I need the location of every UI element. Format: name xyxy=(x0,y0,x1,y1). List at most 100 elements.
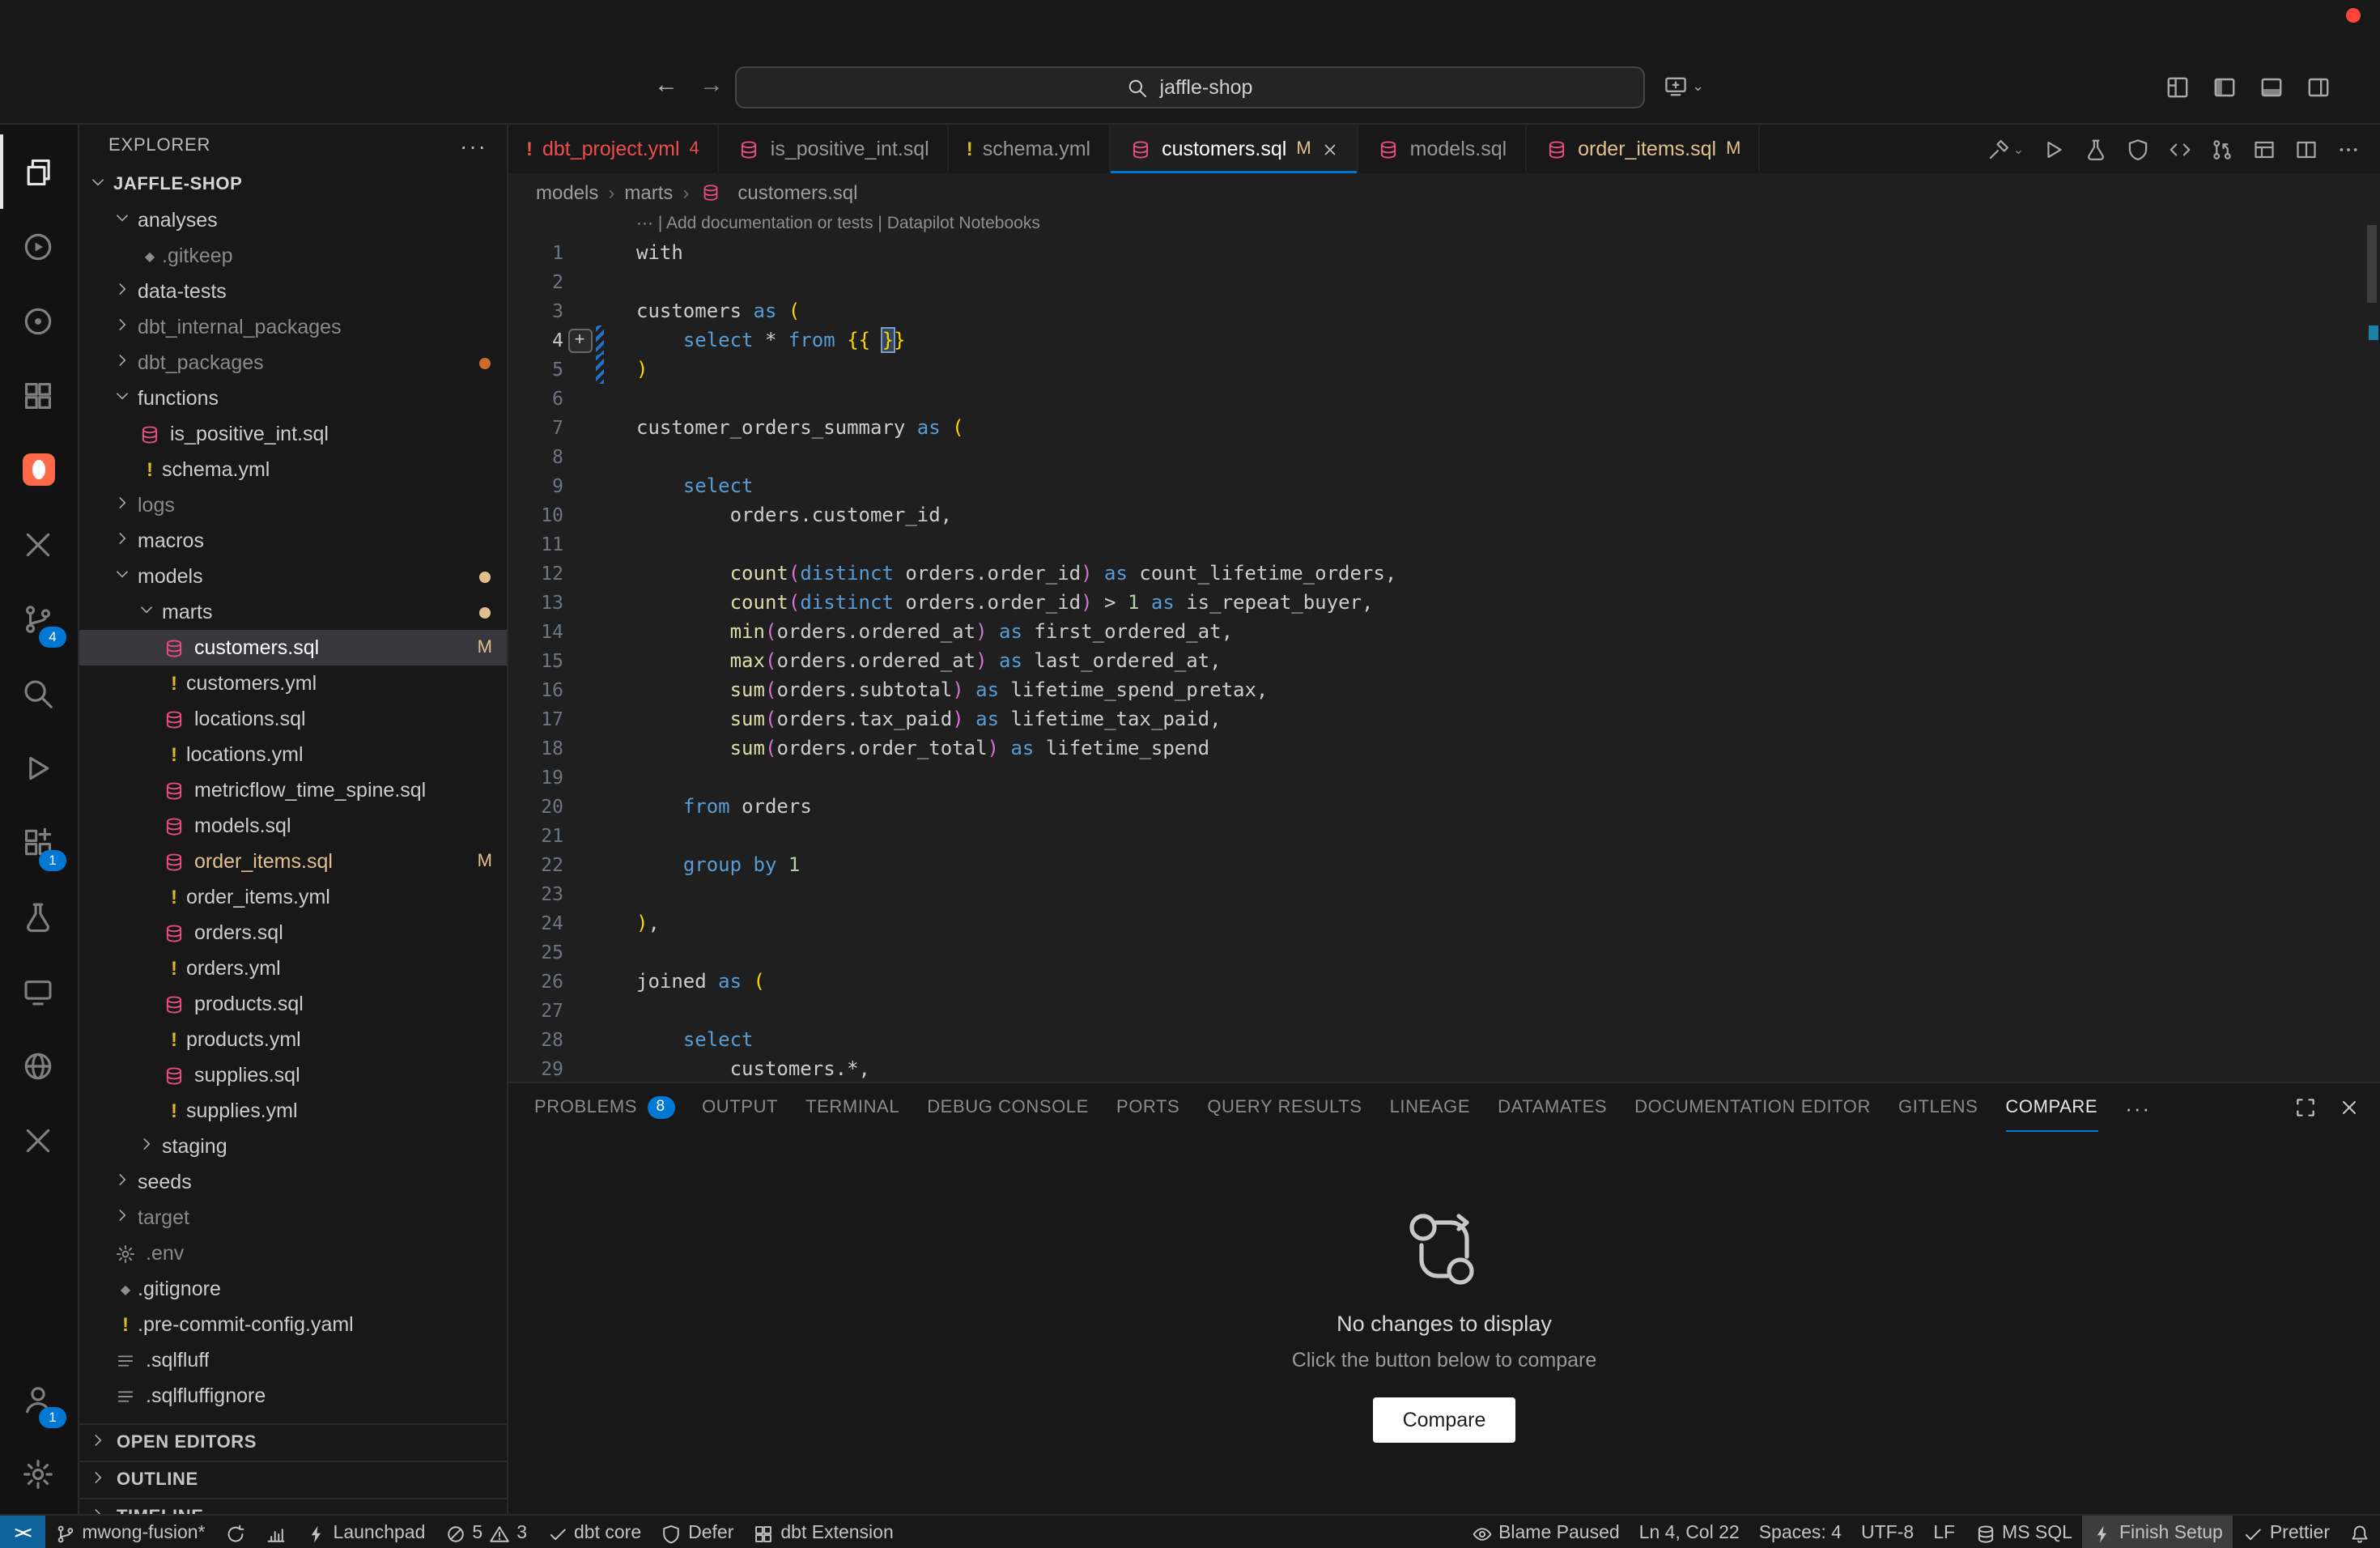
tree-file-customers-sql[interactable]: customers.sqlM xyxy=(79,630,507,666)
activity-item-dbt[interactable] xyxy=(0,432,76,507)
tree-file-orders-yml[interactable]: !orders.yml xyxy=(79,950,507,986)
close-tab-icon[interactable] xyxy=(1321,140,1339,158)
inline-add-button[interactable]: + xyxy=(567,328,592,352)
panel-tab-documentation-editor[interactable]: DOCUMENTATION EDITOR xyxy=(1634,1083,1871,1132)
tab-is-positive-int-sql[interactable]: is_positive_int.sql xyxy=(719,125,949,173)
activity-item-explorer[interactable] xyxy=(0,134,76,209)
activity-item-coverage-gauge[interactable] xyxy=(0,283,76,358)
tree-folder-marts[interactable]: marts xyxy=(79,594,507,630)
forward-button[interactable]: → xyxy=(699,71,724,99)
tree-folder-functions[interactable]: functions xyxy=(79,381,507,416)
section-header-timeline[interactable]: TIMELINE xyxy=(79,1498,507,1514)
tree-folder-analyses[interactable]: analyses xyxy=(79,202,507,238)
tree-folder-models[interactable]: models xyxy=(79,559,507,594)
status-notifications[interactable] xyxy=(2340,1516,2380,1548)
customize-layout-icon[interactable] xyxy=(2165,74,2191,100)
dbt-build-button[interactable]: ⌄ xyxy=(1987,137,2024,161)
tree-folder-dbt-packages[interactable]: dbt_packages xyxy=(79,345,507,381)
tab-customers-sql[interactable]: customers.sqlM xyxy=(1110,125,1358,173)
tree-file-gitignore[interactable]: ◆.gitignore xyxy=(79,1271,507,1307)
status-encoding[interactable]: UTF-8 xyxy=(1851,1516,1923,1548)
tree-file-products-sql[interactable]: products.sql xyxy=(79,986,507,1022)
views-more-icon[interactable]: ··· xyxy=(460,133,487,159)
status-finish-setup[interactable]: Finish Setup xyxy=(2082,1516,2233,1548)
tree-file-locations-yml[interactable]: !locations.yml xyxy=(79,737,507,772)
status-cursor-position[interactable]: Ln 4, Col 22 xyxy=(1630,1516,1749,1548)
panel-tab-debug-console[interactable]: DEBUG CONSOLE xyxy=(927,1083,1089,1132)
tree-folder-dbt-internal-packages[interactable]: dbt_internal_packages xyxy=(79,309,507,345)
tab-dbt-project-yml[interactable]: !dbt_project.yml4 xyxy=(508,125,719,173)
tab-schema-yml[interactable]: !schema.yml xyxy=(949,125,1110,173)
tree-folder-staging[interactable]: staging xyxy=(79,1129,507,1164)
tree-file-env[interactable]: .env xyxy=(79,1235,507,1271)
status-metrics[interactable] xyxy=(256,1516,296,1548)
activity-item-accounts[interactable]: 1 xyxy=(0,1362,76,1436)
tree-file-models-sql[interactable]: models.sql xyxy=(79,808,507,844)
tree-file-sqlfluff[interactable]: .sqlfluff xyxy=(79,1342,507,1378)
status-launchpad[interactable]: Launchpad xyxy=(296,1516,436,1548)
lint-button[interactable] xyxy=(2126,137,2150,161)
panel-tab-output[interactable]: OUTPUT xyxy=(702,1083,778,1132)
status-remote[interactable]: >< xyxy=(0,1516,45,1548)
tree-folder-logs[interactable]: logs xyxy=(79,487,507,523)
test-button[interactable] xyxy=(2084,137,2108,161)
breadcrumb-item-customers-sql[interactable]: customers.sql xyxy=(699,181,857,204)
status-indentation[interactable]: Spaces: 4 xyxy=(1749,1516,1851,1548)
activity-item-run-circle[interactable] xyxy=(0,209,76,283)
panel-tab-compare[interactable]: COMPARE xyxy=(2005,1083,2097,1132)
tree-file-order-items-yml[interactable]: !order_items.yml xyxy=(79,879,507,915)
run-button[interactable] xyxy=(2042,137,2066,161)
activity-item-misc-extension[interactable] xyxy=(0,1103,76,1177)
section-header-open-editors[interactable]: OPEN EDITORS xyxy=(79,1423,507,1461)
tree-file-customers-yml[interactable]: !customers.yml xyxy=(79,666,507,701)
tree-folder-seeds[interactable]: seeds xyxy=(79,1164,507,1200)
status-dbt-extension-status[interactable]: dbt Extension xyxy=(743,1516,903,1548)
activity-item-remote-explorer[interactable] xyxy=(0,954,76,1028)
panel-tab-terminal[interactable]: TERMINAL xyxy=(805,1083,899,1132)
toggle-panel-icon[interactable] xyxy=(2259,74,2284,100)
activity-item-testing[interactable] xyxy=(0,879,76,954)
git-compare-button[interactable] xyxy=(2210,137,2234,161)
breadcrumb-item-marts[interactable]: marts xyxy=(624,181,673,204)
activity-item-extensions[interactable]: 1 xyxy=(0,805,76,879)
tree-file-gitkeep[interactable]: ◆.gitkeep xyxy=(79,238,507,274)
activity-item-source-control[interactable]: 4 xyxy=(0,581,76,656)
panel-tab-ports[interactable]: PORTS xyxy=(1116,1083,1179,1132)
query-results-button[interactable] xyxy=(2252,137,2276,161)
scrollbar-thumb[interactable] xyxy=(2367,225,2377,303)
status-gitlens-blame[interactable]: Blame Paused xyxy=(1461,1516,1630,1548)
activity-item-search[interactable] xyxy=(0,656,76,730)
tree-file-schema-yml[interactable]: !schema.yml xyxy=(79,452,507,487)
activity-item-sql-tools[interactable] xyxy=(0,507,76,581)
status-sync-status[interactable] xyxy=(215,1516,256,1548)
command-center-search[interactable]: jaffle-shop xyxy=(735,66,1645,108)
activity-item-settings[interactable] xyxy=(0,1436,76,1511)
panel-overflow-icon[interactable]: ··· xyxy=(2125,1095,2151,1120)
share-session-button[interactable]: ⌄ xyxy=(1663,73,1704,99)
tree-file-sqlfluffignore[interactable]: .sqlfluffignore xyxy=(79,1378,507,1414)
maximize-panel-icon[interactable] xyxy=(2294,1096,2317,1119)
codelens[interactable]: ··· | Add documentation or tests | Datap… xyxy=(636,214,1040,233)
split-editor-button[interactable] xyxy=(2294,137,2318,161)
back-button[interactable]: ← xyxy=(654,71,678,99)
tab-models-sql[interactable]: models.sql xyxy=(1358,125,1527,173)
tree-file-products-yml[interactable]: !products.yml xyxy=(79,1022,507,1057)
tree-file-orders-sql[interactable]: orders.sql xyxy=(79,915,507,950)
activity-item-run-and-debug[interactable] xyxy=(0,730,76,805)
compare-button[interactable]: Compare xyxy=(1374,1397,1515,1442)
toggle-secondary-sidebar-icon[interactable] xyxy=(2306,74,2331,100)
compiled-code-button[interactable] xyxy=(2168,137,2192,161)
tree-file-supplies-yml[interactable]: !supplies.yml xyxy=(79,1093,507,1129)
status-language-mode[interactable]: MS SQL xyxy=(1965,1516,2082,1548)
tree-file-supplies-sql[interactable]: supplies.sql xyxy=(79,1057,507,1093)
tree-folder-target[interactable]: target xyxy=(79,1200,507,1235)
more-actions-button[interactable] xyxy=(2336,137,2361,161)
close-panel-icon[interactable] xyxy=(2338,1096,2361,1119)
status-git-branch[interactable]: mwong-fusion* xyxy=(45,1516,215,1548)
panel-tab-problems[interactable]: PROBLEMS8 xyxy=(534,1083,674,1132)
status-prettier[interactable]: Prettier xyxy=(2233,1516,2340,1548)
status-defer-toggle[interactable]: Defer xyxy=(651,1516,743,1548)
panel-tab-datamates[interactable]: DATAMATES xyxy=(1498,1083,1607,1132)
activity-item-docker[interactable] xyxy=(0,1028,76,1103)
tree-folder-jaffle-shop[interactable]: JAFFLE-SHOP xyxy=(79,167,507,202)
